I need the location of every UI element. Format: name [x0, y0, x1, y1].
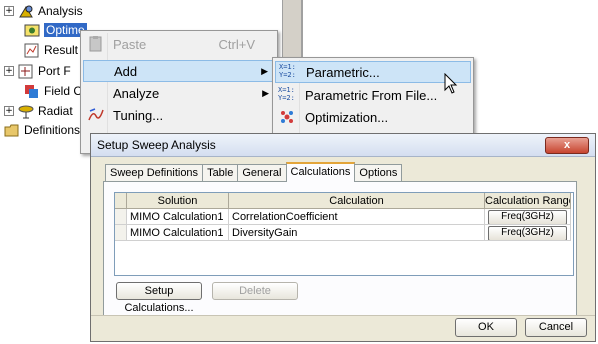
column-header-solution[interactable]: Solution: [127, 193, 229, 209]
column-header-calculation-range[interactable]: Calculation Range: [485, 193, 571, 209]
menu-item-analyze[interactable]: Analyze ▶: [83, 82, 275, 104]
dialog-title: Setup Sweep Analysis: [97, 138, 216, 152]
menu-item-label: Tuning...: [113, 107, 164, 123]
table-row[interactable]: MIMO Calculation1 CorrelationCoefficient…: [115, 209, 573, 225]
parametric-file-icon: X=1: Y=2:: [278, 86, 295, 102]
tree-item-label: Port F: [38, 64, 71, 78]
setup-calculations-button[interactable]: Setup Calculations...: [116, 282, 202, 314]
tree-item-analysis[interactable]: + Analysis: [4, 2, 83, 20]
tree-item-port-field[interactable]: + Port F: [4, 62, 71, 80]
table-row[interactable]: MIMO Calculation1 DiversityGain Freq(3GH…: [115, 225, 573, 241]
optimetrics-icon: [24, 23, 40, 38]
menu-item-paste[interactable]: Paste Ctrl+V: [83, 33, 275, 55]
solution-cell[interactable]: MIMO Calculation1: [127, 225, 229, 241]
field-overlays-icon: [24, 84, 40, 99]
tree-item-optimetrics[interactable]: Optime: [24, 21, 87, 39]
submenu-arrow-icon: ▶: [261, 65, 268, 76]
tree-item-radiation[interactable]: + Radiat: [4, 102, 73, 120]
dialog-title-bar[interactable]: Setup Sweep Analysis x: [91, 134, 595, 157]
menu-item-shortcut: Ctrl+V: [218, 36, 255, 52]
calculations-grid: Solution Calculation Calculation Range M…: [114, 192, 574, 276]
parametric-icon: X=1: Y=2:: [279, 63, 296, 79]
folder-icon: [4, 123, 20, 138]
project-tree: + Analysis Optime Result + Port F Field …: [0, 0, 90, 150]
cancel-button[interactable]: Cancel: [525, 318, 587, 337]
tree-item-label: Field C: [44, 84, 83, 98]
tree-item-label: Analysis: [38, 4, 83, 18]
menu-item-label: Parametric...: [306, 64, 380, 80]
close-button[interactable]: x: [545, 137, 589, 154]
analysis-icon: [18, 4, 34, 19]
range-button[interactable]: Freq(3GHz): [488, 226, 567, 240]
tree-item-label: Radiat: [38, 104, 73, 118]
ok-button[interactable]: OK: [455, 318, 517, 337]
menu-item-label: Analyze: [113, 85, 160, 101]
menu-item-label: Optimization...: [305, 109, 389, 125]
delete-button[interactable]: Delete: [212, 282, 298, 300]
setup-sweep-dialog: Setup Sweep Analysis x Sweep Definitions…: [90, 133, 596, 342]
tab-general[interactable]: General: [237, 164, 287, 181]
tab-strip: Sweep Definitions Table General Calculat…: [105, 162, 403, 182]
column-header-calculation[interactable]: Calculation: [229, 193, 485, 209]
menu-item-add[interactable]: Add ▶: [83, 60, 275, 82]
results-icon: [24, 43, 40, 58]
tuning-icon: [87, 106, 105, 124]
row-header-corner: [115, 193, 127, 209]
menu-item-parametric[interactable]: X=1: Y=2: Parametric...: [275, 61, 471, 83]
menu-item-tuning[interactable]: Tuning...: [83, 104, 275, 126]
menu-item-parametric-from-file[interactable]: X=1: Y=2: Parametric From File...: [275, 84, 471, 106]
add-submenu: X=1: Y=2: Parametric... X=1: Y=2: Parametr…: [272, 57, 474, 139]
tab-sweep-definitions[interactable]: Sweep Definitions: [105, 164, 204, 181]
submenu-arrow-icon: ▶: [262, 87, 269, 98]
tree-item-field-overlays[interactable]: Field C: [24, 82, 82, 100]
range-cell: Freq(3GHz): [485, 225, 571, 241]
background-pane-divider: [282, 0, 302, 60]
tab-calculations[interactable]: Calculations: [285, 162, 356, 182]
port-field-icon: [18, 64, 34, 79]
menu-item-label: Paste: [113, 36, 147, 52]
tree-item-label: Definitions: [24, 123, 81, 137]
row-selector[interactable]: [115, 225, 127, 241]
menu-item-label: Parametric From File...: [305, 87, 438, 103]
paste-icon: [87, 35, 105, 53]
expand-icon[interactable]: +: [4, 66, 14, 76]
range-cell: Freq(3GHz): [485, 209, 571, 225]
range-button[interactable]: Freq(3GHz): [488, 210, 567, 224]
expand-icon[interactable]: +: [4, 106, 14, 116]
mouse-cursor-icon: [444, 72, 458, 95]
radiation-icon: [18, 104, 34, 119]
dialog-footer-divider: [91, 315, 595, 316]
menu-item-label: Add: [114, 63, 138, 79]
tree-item-label: Result: [44, 43, 79, 57]
optimization-icon: [278, 108, 298, 126]
grid-header: Solution Calculation Calculation Range: [115, 193, 573, 209]
tab-table[interactable]: Table: [202, 164, 239, 181]
tab-options[interactable]: Options: [354, 164, 403, 181]
calculations-panel: Solution Calculation Calculation Range M…: [103, 181, 577, 316]
calculation-cell[interactable]: DiversityGain: [229, 225, 485, 241]
menu-item-optimization[interactable]: Optimization...: [275, 106, 471, 128]
tree-item-results[interactable]: Result: [24, 41, 78, 59]
solution-cell[interactable]: MIMO Calculation1: [127, 209, 229, 225]
calculation-cell[interactable]: CorrelationCoefficient: [229, 209, 485, 225]
tree-item-definitions[interactable]: Definitions: [4, 121, 80, 139]
row-selector[interactable]: [115, 209, 127, 225]
expand-icon[interactable]: +: [4, 6, 14, 16]
background-pane: [302, 0, 473, 58]
